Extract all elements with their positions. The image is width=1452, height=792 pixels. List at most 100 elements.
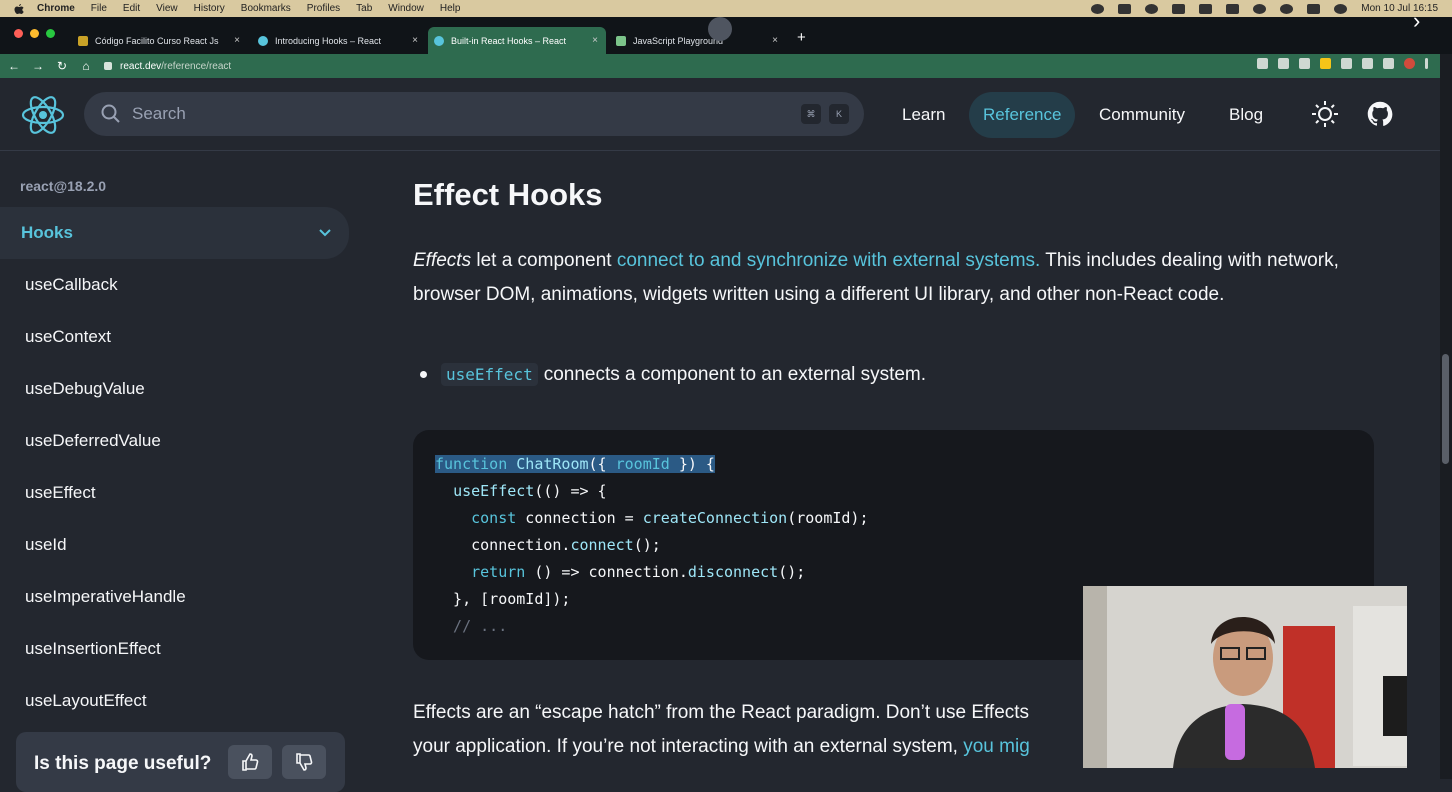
menu-bookmarks[interactable]: Bookmarks	[241, 3, 291, 14]
url-path: /reference/react	[161, 60, 232, 72]
chevron-down-icon	[319, 229, 331, 237]
thumbs-down-icon	[296, 753, 313, 771]
wifi-icon[interactable]	[1253, 3, 1267, 14]
menu-tab[interactable]: Tab	[356, 3, 372, 14]
picture-in-picture-icon[interactable]	[708, 17, 732, 41]
menu-edit[interactable]: Edit	[123, 3, 140, 14]
menu-profiles[interactable]: Profiles	[307, 3, 340, 14]
paragraph-line: Effects are an “escape hatch” from the R…	[413, 702, 1030, 723]
headphones-icon[interactable]	[1145, 3, 1159, 14]
sidebar-item-usedeferredvalue[interactable]: useDeferredValue	[25, 431, 161, 451]
menu-help[interactable]: Help	[440, 3, 461, 14]
thumbs-up-button[interactable]	[228, 745, 272, 779]
tab-javascript-playground[interactable]: JavaScript Playground ×	[610, 27, 786, 54]
forward-arrow-icon[interactable]: →	[26, 59, 50, 73]
keyboard-input-icon[interactable]	[1199, 3, 1213, 14]
sidebar: react@18.2.0 Hooks useCallback useContex…	[0, 151, 360, 792]
menu-window[interactable]: Window	[388, 3, 424, 14]
sidebar-item-useeffect[interactable]: useEffect	[25, 483, 96, 503]
presenter-video-image	[1083, 586, 1407, 768]
zoom-icon[interactable]	[1257, 58, 1268, 69]
reading-list-icon[interactable]	[1362, 58, 1373, 69]
react-favicon-icon	[434, 35, 444, 46]
menu-view[interactable]: View	[156, 3, 178, 14]
lock-icon[interactable]	[104, 62, 112, 70]
code-line: useEffect(() => {	[453, 482, 607, 500]
os-menubar: Chrome File Edit View History Bookmarks …	[0, 0, 1452, 17]
external-systems-link[interactable]: connect to and synchronize with external…	[617, 250, 1040, 271]
menu-history[interactable]: History	[194, 3, 225, 14]
close-tab-icon[interactable]: ×	[592, 35, 598, 46]
close-tab-icon[interactable]: ×	[412, 35, 418, 46]
menubar-clock[interactable]: Mon 10 Jul 16:15	[1361, 3, 1438, 14]
tab-title: Built-in React Hooks – React	[451, 35, 567, 46]
kebab-menu-icon[interactable]	[1425, 58, 1428, 69]
sidebar-item-uselayouteffect[interactable]: useLayoutEffect	[25, 691, 147, 711]
side-panel-icon[interactable]	[1383, 58, 1394, 69]
menu-file[interactable]: File	[91, 3, 107, 14]
intro-emphasis: Effects	[413, 250, 472, 271]
close-tab-icon[interactable]: ×	[234, 35, 240, 46]
extensions-puzzle-icon[interactable]	[1341, 58, 1352, 69]
home-icon[interactable]: ⌂	[74, 59, 98, 73]
minimize-window-button[interactable]	[30, 29, 39, 38]
nav-reference[interactable]: Reference	[969, 92, 1076, 138]
k-key-hint: K	[829, 104, 849, 124]
sidebar-item-usecontext[interactable]: useContext	[25, 327, 111, 347]
menu-app-name[interactable]: Chrome	[37, 3, 75, 14]
sidebar-item-usedebugvalue[interactable]: useDebugValue	[25, 379, 145, 399]
version-label: react@18.2.0	[20, 178, 107, 194]
bullet-text: connects a component to an external syst…	[543, 363, 927, 385]
tab-built-in-hooks[interactable]: Built-in React Hooks – React ×	[428, 27, 606, 54]
apple-icon[interactable]	[12, 3, 26, 15]
address-bar[interactable]: react.dev/reference/react	[104, 57, 1234, 75]
tab-codigo-facilito[interactable]: Código Facilito Curso React Js ×	[72, 27, 248, 54]
browser-toolbar: ← → ↻ ⌂ react.dev/reference/react	[0, 54, 1440, 78]
nav-learn[interactable]: Learn	[888, 92, 959, 138]
status-extension-icon[interactable]	[1091, 3, 1105, 14]
spotlight-search-icon[interactable]	[1280, 3, 1294, 14]
close-window-button[interactable]	[14, 29, 23, 38]
react-logo-icon[interactable]	[20, 92, 66, 138]
sidebar-item-useid[interactable]: useId	[25, 535, 67, 555]
theme-toggle-sun-icon[interactable]	[1311, 100, 1339, 128]
feedback-question: Is this page useful?	[34, 753, 212, 774]
page-scrollbar[interactable]	[1440, 54, 1452, 779]
profile-avatar[interactable]	[1404, 58, 1415, 69]
sidebar-item-usecallback[interactable]: useCallback	[25, 275, 118, 295]
thumbs-down-button[interactable]	[282, 745, 326, 779]
chevron-right-icon[interactable]: ›	[1413, 8, 1420, 34]
page-title: Effect Hooks	[413, 177, 603, 212]
battery-icon[interactable]	[1226, 3, 1240, 14]
code-line: function ChatRoom({ roomId }) {	[435, 455, 715, 473]
paragraph-line: your application. If you’re not interact…	[413, 730, 1113, 764]
github-icon[interactable]	[1366, 100, 1394, 128]
scrollbar-thumb[interactable]	[1442, 354, 1449, 464]
share-icon[interactable]	[1278, 58, 1289, 69]
tab-introducing-hooks[interactable]: Introducing Hooks – React ×	[252, 27, 426, 54]
bookmark-star-icon[interactable]	[1299, 58, 1310, 69]
useeffect-link[interactable]: useEffect	[441, 363, 538, 386]
sidebar-item-useimperativehandle[interactable]: useImperativeHandle	[25, 587, 186, 607]
back-arrow-icon[interactable]: ←	[2, 59, 26, 73]
reload-icon[interactable]: ↻	[50, 59, 74, 73]
sidebar-section-hooks[interactable]: Hooks	[0, 207, 349, 259]
you-might-not-need-effect-link[interactable]: you mig	[963, 736, 1030, 757]
extension-icon[interactable]	[1320, 58, 1331, 69]
search-input[interactable]: Search ⌘ K	[84, 92, 864, 136]
control-center-icon[interactable]	[1307, 3, 1321, 14]
nav-community[interactable]: Community	[1085, 92, 1199, 138]
notification-icon[interactable]	[1118, 3, 1132, 14]
webcam-overlay	[1083, 586, 1407, 768]
search-icon	[101, 104, 120, 123]
cmd-key-icon: ⌘	[801, 104, 821, 124]
close-tab-icon[interactable]: ×	[772, 35, 778, 46]
new-tab-button[interactable]: +	[797, 29, 806, 46]
bluetooth-icon[interactable]	[1172, 3, 1186, 14]
escape-hatch-paragraph: Effects are an “escape hatch” from the R…	[413, 696, 1113, 764]
search-placeholder: Search	[132, 104, 186, 123]
sidebar-item-useinsertioneffect[interactable]: useInsertionEffect	[25, 639, 161, 659]
nav-blog[interactable]: Blog	[1215, 92, 1277, 138]
siri-icon[interactable]	[1334, 3, 1348, 14]
maximize-window-button[interactable]	[46, 29, 55, 38]
